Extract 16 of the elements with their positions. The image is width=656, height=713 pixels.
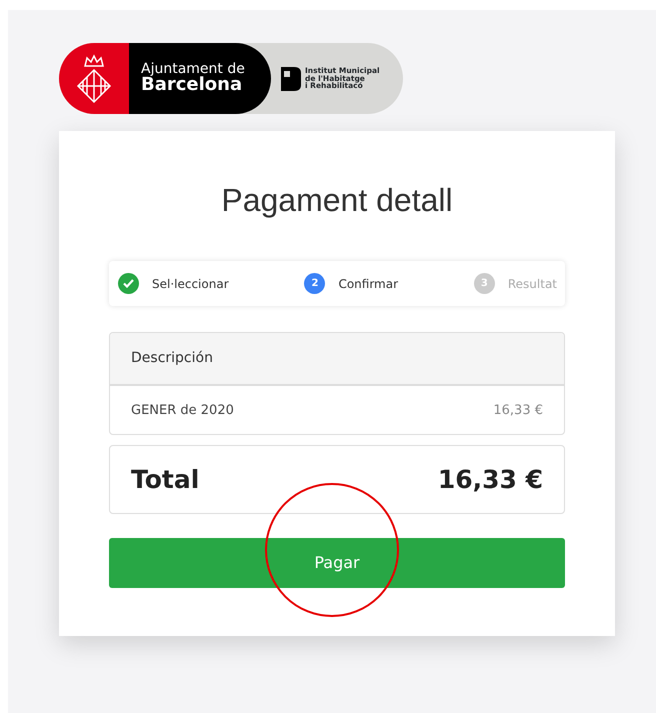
total-label: Total: [131, 464, 200, 496]
step-label: Resultat: [508, 276, 557, 293]
table-cell-text: GENER de 2020: [131, 402, 234, 420]
letter-mark-icon: [281, 66, 301, 90]
logo-text: Barcelona: [141, 76, 244, 96]
total-amount: 16,33 €: [438, 464, 543, 496]
step-number: 2: [304, 273, 326, 294]
step-label: Sel·leccionar: [152, 276, 229, 293]
check-icon: [118, 273, 139, 294]
table-cell-text: 16,33 €: [493, 402, 543, 420]
page-title: Pagament detall: [220, 181, 454, 220]
logo-text: Ajuntament de: [141, 62, 246, 76]
column-header: Descripción: [110, 333, 564, 386]
coat-of-arms-icon: [76, 54, 112, 104]
pay-button[interactable]: Pagar: [109, 538, 565, 588]
step-label: Confirmar: [338, 276, 398, 293]
